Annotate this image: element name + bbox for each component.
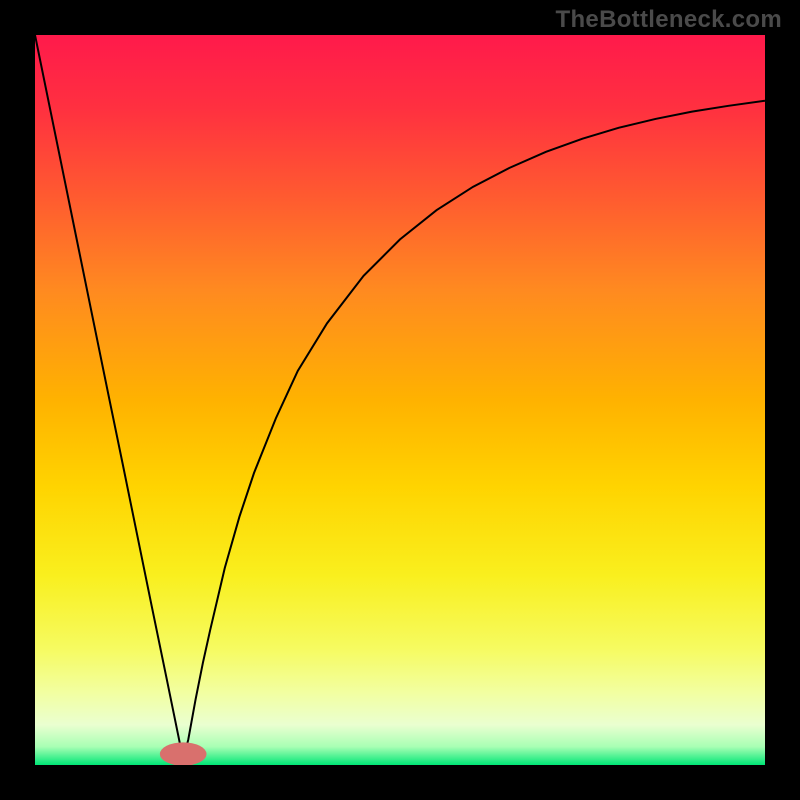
chart-svg <box>35 35 765 765</box>
watermark-text: TheBottleneck.com <box>556 6 782 34</box>
chart-frame: TheBottleneck.com <box>0 0 800 800</box>
plot-area <box>35 35 765 765</box>
gradient-background <box>35 35 765 765</box>
optimal-point-marker <box>160 742 207 765</box>
